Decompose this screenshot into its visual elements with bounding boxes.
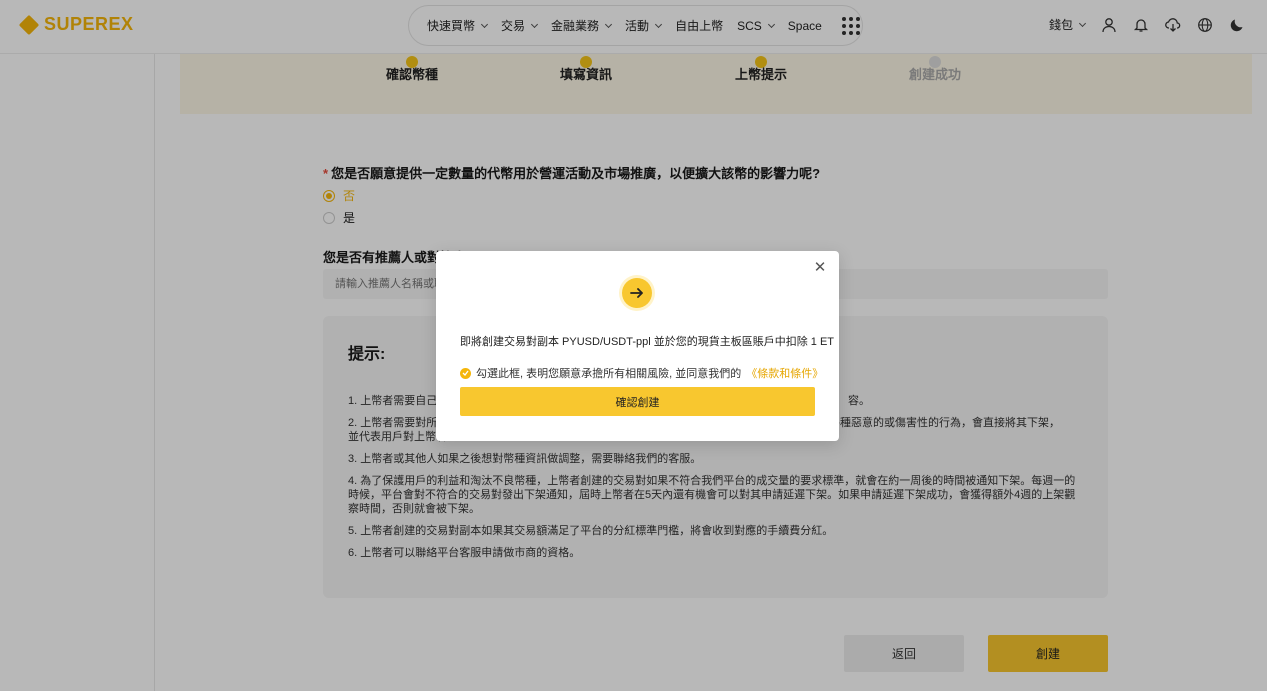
arrow-right-icon [622,278,652,308]
agree-text: 勾選此框, 表明您願意承擔所有相關風險, 並同意我們的 [476,368,742,380]
terms-link[interactable]: 《條款和條件》 [746,365,823,381]
agree-terms-row[interactable]: 勾選此框, 表明您願意承擔所有相關風險, 並同意我們的 《條款和條件》 [460,365,823,381]
confirm-create-dialog: ✕ 即將創建交易對副本 PYUSD/USDT-ppl 並於您的現貨主板區賬戶中扣… [436,251,839,441]
checkbox-checked-icon[interactable] [460,367,471,379]
confirm-create-button[interactable]: 確認創建 [460,387,815,416]
close-icon[interactable]: ✕ [813,260,827,275]
dialog-message: 即將創建交易對副本 PYUSD/USDT-ppl 並於您的現貨主板區賬戶中扣除 … [460,336,835,348]
